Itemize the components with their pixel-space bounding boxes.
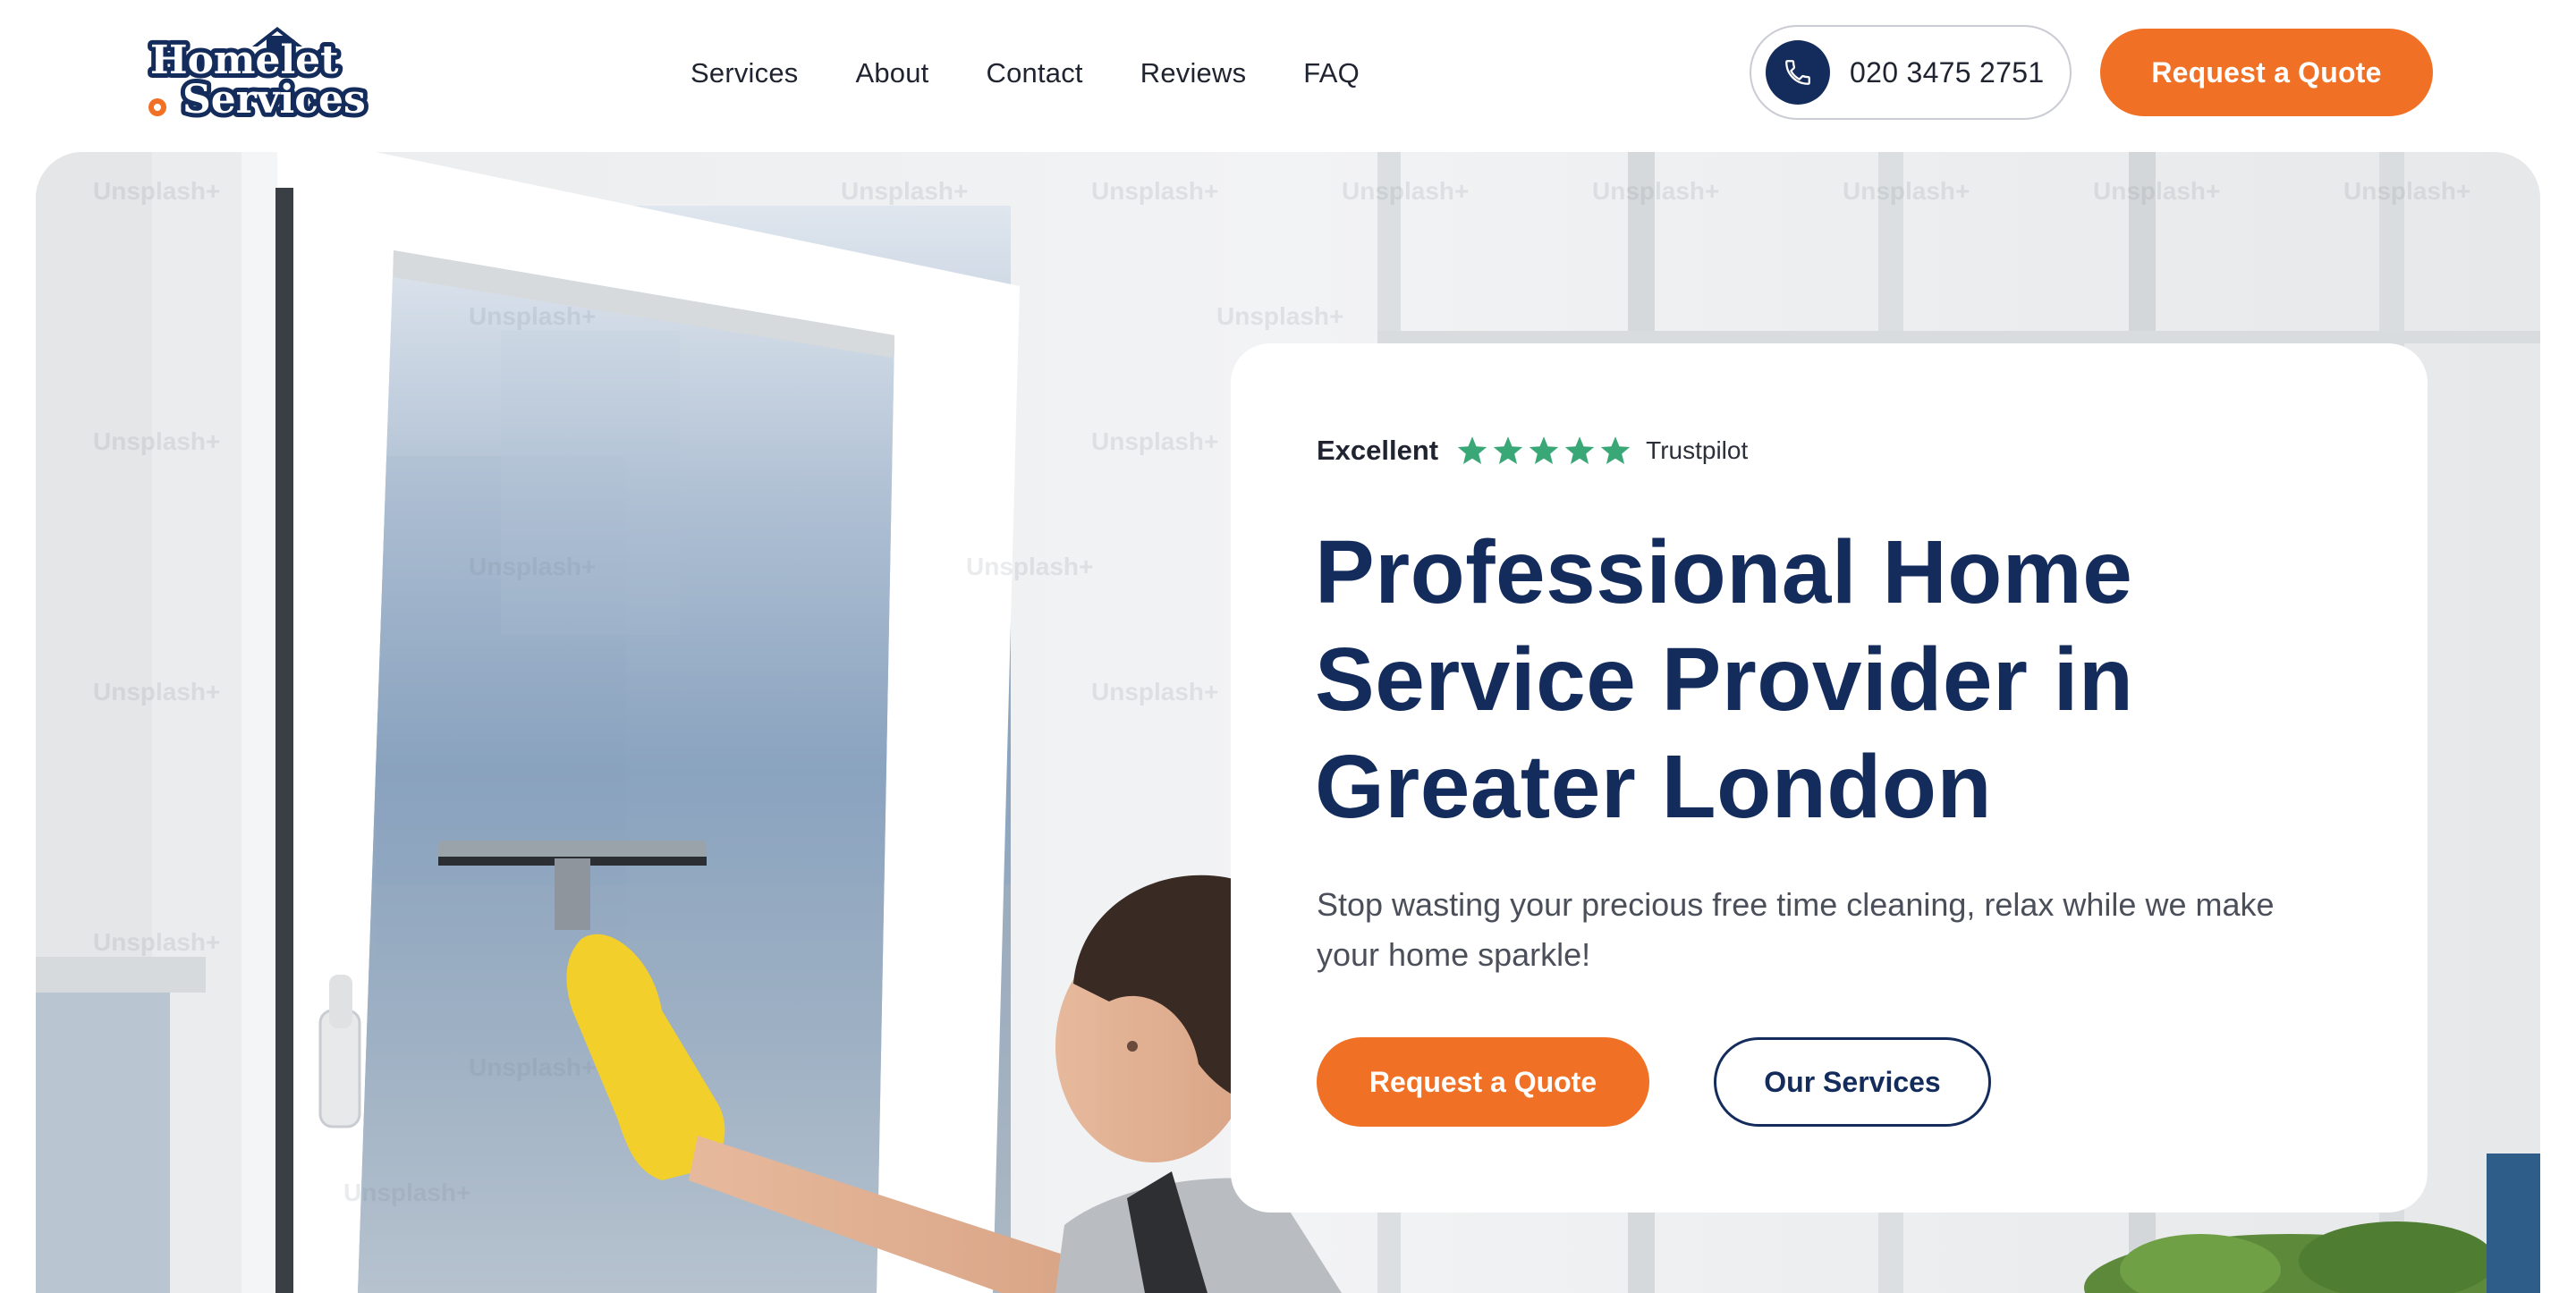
watermark: Unsplash+ (1216, 302, 1344, 330)
nav-services[interactable]: Services (691, 57, 798, 89)
watermark: Unsplash+ (841, 177, 969, 205)
logo-graphic: Homelet Services (146, 27, 369, 122)
watermark: Unsplash+ (1091, 678, 1219, 706)
rating-label: Excellent (1317, 435, 1439, 466)
watermark: Unsplash+ (1342, 177, 1470, 205)
watermark: Unsplash+ (469, 1053, 597, 1081)
watermark: Unsplash+ (469, 302, 597, 330)
homelet-logo[interactable]: Homelet Services (143, 23, 369, 122)
watermark: Unsplash+ (469, 553, 597, 580)
watermark: Unsplash+ (343, 1179, 471, 1206)
star-icon (1564, 436, 1595, 464)
hero-card: Excellent Trustpilot Professional Home S… (1231, 343, 2428, 1213)
logo-text-services: Services (182, 77, 366, 122)
star-icon (1600, 436, 1631, 464)
watermark: Unsplash+ (1091, 427, 1219, 455)
nav-contact[interactable]: Contact (986, 57, 1082, 89)
nav-about[interactable]: About (855, 57, 928, 89)
watermark: Unsplash+ (1091, 177, 1219, 205)
watermark: Unsplash+ (93, 928, 221, 956)
watermark: Unsplash+ (2093, 177, 2221, 205)
watermark: Unsplash+ (2343, 177, 2471, 205)
site-header: Homelet Services Services About Contact … (0, 0, 2576, 148)
hero-section: Unsplash+ Unsplash+ Unsplash+ Unsplash+ … (36, 152, 2540, 1293)
phone-number: 020 3475 2751 (1850, 55, 2045, 89)
star-icon (1529, 436, 1559, 464)
trustpilot-label: Trustpilot (1646, 436, 1749, 464)
hero-subtext: Stop wasting your precious free time cle… (1317, 886, 2275, 973)
nav-faq[interactable]: FAQ (1303, 57, 1360, 89)
rating-stars (1456, 435, 1635, 467)
star-icon (1493, 436, 1523, 464)
watermark: Unsplash+ (93, 177, 221, 205)
our-services-button[interactable]: Our Services (1714, 1037, 1991, 1127)
watermark: Unsplash+ (1592, 177, 1720, 205)
main-nav: Services About Contact Reviews FAQ (691, 52, 1360, 95)
phone-link[interactable]: 020 3475 2751 (1750, 25, 2072, 120)
phone-icon (1766, 40, 1830, 105)
hero-headline: Professional Home Service Provider in Gr… (1315, 522, 2134, 837)
trustpilot-rating[interactable]: Excellent Trustpilot (1317, 433, 1748, 469)
watermark: Unsplash+ (93, 678, 221, 706)
watermark: Unsplash+ (966, 553, 1094, 580)
nav-reviews[interactable]: Reviews (1140, 57, 1247, 89)
request-quote-button[interactable]: Request a Quote (1317, 1037, 1649, 1127)
request-quote-button-header[interactable]: Request a Quote (2100, 29, 2433, 116)
star-icon (1457, 436, 1487, 464)
watermark: Unsplash+ (1843, 177, 1970, 205)
watermark: Unsplash+ (93, 427, 221, 455)
